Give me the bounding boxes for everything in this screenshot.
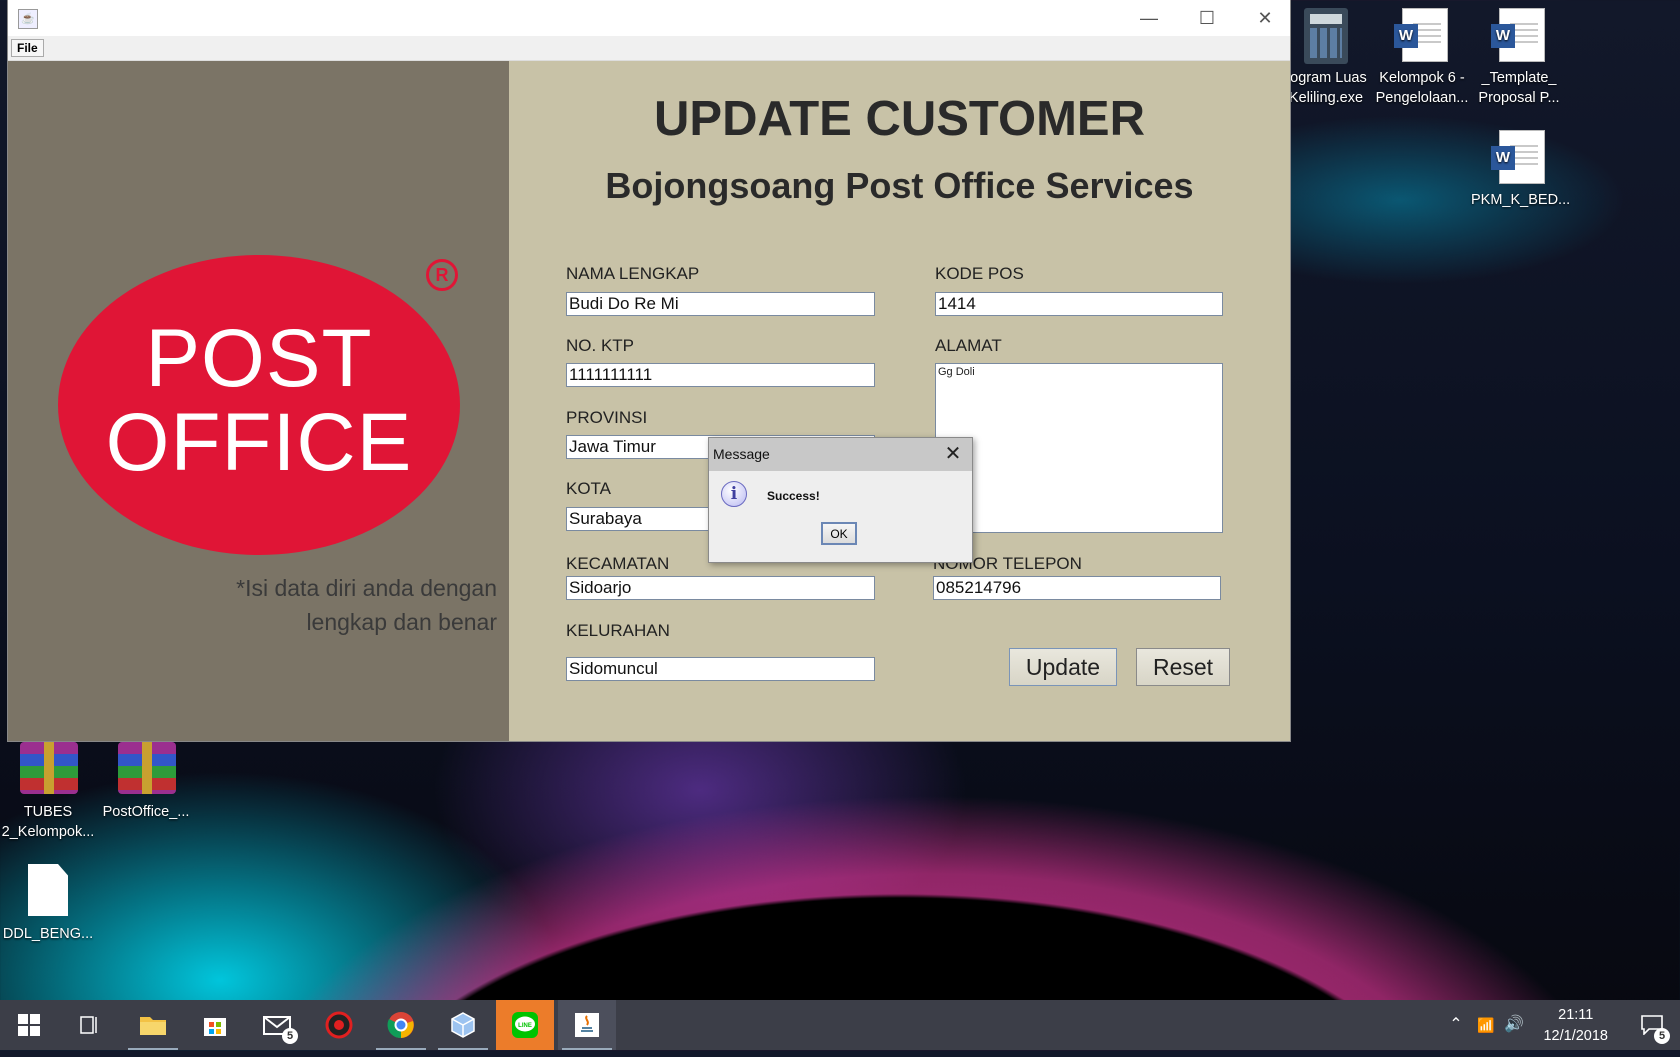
desktop-icon-label: PostOffice_... [102, 804, 190, 820]
winrar-archive-icon [118, 742, 176, 798]
page-title: UPDATE CUSTOMER [654, 92, 1145, 146]
word-document-icon: W [1394, 8, 1450, 64]
label-nama-lengkap: NAMA LENGKAP [566, 264, 700, 283]
desktop-icon-template-proposal[interactable]: W _Template_ Proposal P... [1471, 8, 1567, 108]
dialog-titlebar[interactable]: Message ✕ [709, 438, 972, 471]
label-kota: KOTA [566, 479, 612, 498]
clock-date: 12/1/2018 [1543, 1028, 1608, 1044]
label-no-ktp: NO. KTP [566, 336, 635, 355]
label-alamat: ALAMAT [935, 336, 1002, 355]
label-kelurahan: KELURAHAN [566, 621, 670, 640]
desktop-icon-kelompok-6[interactable]: W Kelompok 6 - Pengelolaan... [1374, 8, 1470, 108]
calculator-icon [1298, 8, 1354, 64]
svg-text:LINE: LINE [518, 1023, 532, 1029]
mail-badge: 5 [282, 1028, 298, 1044]
java-app-icon: ☕ [18, 9, 38, 29]
task-view-icon [80, 1016, 97, 1034]
taskbar: 5 LINE ⌃ 📶 🔊 21:11 12/1/2018 5 [0, 1000, 1680, 1050]
logo-line-2: OFFICE [105, 397, 413, 488]
app-button-red[interactable] [310, 1000, 368, 1050]
desktop-icon-tubes[interactable]: TUBES 2_Kelompok... [0, 742, 96, 842]
instruction-note-line-1: *Isi data diri anda dengan [236, 575, 497, 601]
desktop-icon-label: _Template_ Proposal P... [1478, 70, 1560, 106]
desktop-icon-label: rogram Luas Keliling.exe [1285, 70, 1367, 106]
label-kode-pos: KODE POS [935, 264, 1024, 283]
ok-button[interactable]: OK [821, 522, 857, 545]
blank-file-icon [20, 864, 76, 920]
action-center-button[interactable]: 5 [1632, 1000, 1672, 1050]
form-panel: UPDATE CUSTOMER Bojongsoang Post Office … [509, 61, 1290, 741]
desktop-icon-label: PKM_K_BED... [1471, 192, 1571, 208]
kode-pos-field[interactable]: 1414 [935, 292, 1223, 316]
kecamatan-field[interactable]: Sidoarjo [566, 576, 875, 600]
reset-button[interactable]: Reset [1136, 648, 1230, 686]
window-titlebar[interactable]: ☕ — ☐ ✕ [8, 0, 1290, 36]
post-office-logo: POST OFFICE [58, 255, 460, 555]
java-icon [575, 1013, 599, 1037]
word-document-icon: W [1491, 130, 1547, 186]
message-dialog: Message ✕ i Success! OK [708, 437, 973, 563]
mail-button[interactable]: 5 [248, 1000, 306, 1050]
windows-logo-icon [18, 1014, 40, 1036]
winrar-archive-icon [20, 742, 78, 798]
kelurahan-field[interactable]: Sidomuncul [566, 657, 875, 681]
desktop-icon-label: DDL_BENG... [2, 926, 94, 942]
store-bag-icon [204, 1018, 226, 1036]
task-view-button[interactable] [60, 1000, 118, 1050]
file-explorer-button[interactable] [124, 1000, 182, 1050]
store-button[interactable] [186, 1000, 244, 1050]
update-customer-window: ☕ — ☐ ✕ File POST OFFICE R *Isi data dir… [8, 0, 1290, 741]
registered-mark: R [426, 259, 458, 291]
dialog-title: Message [713, 446, 770, 462]
update-button[interactable]: Update [1009, 648, 1117, 686]
notification-badge: 5 [1654, 1028, 1670, 1044]
alamat-textarea[interactable]: Gg Doli [935, 363, 1223, 533]
window-content: POST OFFICE R *Isi data diri anda dengan… [8, 61, 1290, 741]
desktop-icon-label: Kelompok 6 - Pengelolaan... [1375, 70, 1469, 106]
system-tray: ⌃ 📶 🔊 21:11 12/1/2018 5 [1440, 1000, 1680, 1050]
desktop-icon-pkm[interactable]: W PKM_K_BED... [1471, 130, 1571, 210]
taskbar-clock[interactable]: 21:11 12/1/2018 [1543, 1005, 1608, 1047]
instruction-note-line-2: lengkap dan benar [306, 609, 497, 635]
no-ktp-field[interactable]: 1111111111 [566, 363, 875, 387]
minimize-button[interactable]: — [1120, 0, 1178, 36]
desktop-icon-label: TUBES 2_Kelompok... [1, 804, 95, 840]
folder-icon [140, 1017, 166, 1035]
desktop-icon-ddl[interactable]: DDL_BENG... [0, 864, 96, 944]
close-button[interactable]: ✕ [1236, 0, 1294, 36]
nomor-telepon-field[interactable]: 085214796 [933, 576, 1221, 600]
network-icon[interactable]: 📶 [1472, 1000, 1500, 1050]
app-button-cube[interactable] [434, 1000, 492, 1050]
start-button[interactable] [0, 1000, 58, 1050]
java-app-button[interactable] [558, 1000, 616, 1050]
word-document-icon: W [1491, 8, 1547, 64]
dialog-message: Success! [767, 489, 820, 503]
page-subtitle: Bojongsoang Post Office Services [605, 165, 1194, 206]
volume-icon[interactable]: 🔊 [1500, 1000, 1528, 1050]
logo-line-1: POST [145, 313, 373, 404]
label-provinsi: PROVINSI [566, 408, 648, 427]
chrome-button[interactable] [372, 1000, 430, 1050]
logo-panel: POST OFFICE R *Isi data diri anda dengan… [8, 61, 509, 741]
nama-lengkap-field[interactable]: Budi Do Re Mi [566, 292, 875, 316]
menubar: File [8, 36, 1290, 61]
maximize-button[interactable]: ☐ [1178, 0, 1236, 36]
desktop-icon-postoffice[interactable]: PostOffice_... [98, 742, 194, 822]
red-circle-app-icon [325, 1011, 353, 1039]
info-icon: i [721, 481, 747, 507]
chrome-icon [387, 1012, 414, 1039]
cube-app-icon [451, 1012, 475, 1038]
line-icon: LINE [512, 1012, 538, 1038]
label-kecamatan: KECAMATAN [566, 554, 670, 573]
clock-time: 21:11 [1558, 1007, 1594, 1023]
line-button[interactable]: LINE [496, 1000, 554, 1050]
show-hidden-icons-button[interactable]: ⌃ [1440, 1000, 1472, 1050]
dialog-close-button[interactable]: ✕ [940, 441, 966, 467]
menu-file[interactable]: File [11, 39, 44, 57]
